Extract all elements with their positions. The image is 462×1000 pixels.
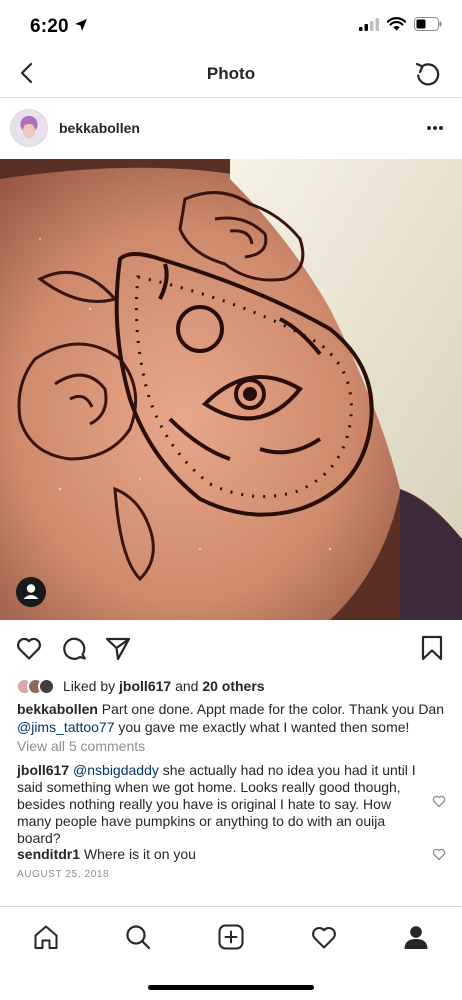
comment-item: senditdr1 Where is it on you <box>17 846 417 863</box>
refresh-icon[interactable] <box>414 60 442 88</box>
bookmark-icon[interactable] <box>418 634 446 662</box>
caption-mention[interactable]: @jims_tattoo77 <box>17 719 114 735</box>
comment-like-heart-icon[interactable] <box>432 794 446 808</box>
cellular-signal-icon <box>359 17 379 31</box>
liker-avatar <box>38 677 55 695</box>
location-arrow-icon <box>75 19 87 31</box>
comment-mention[interactable]: @nsbigdaddy <box>73 762 159 778</box>
status-bar: 6:20 <box>0 0 462 52</box>
comment-username[interactable]: jboll617 <box>17 762 69 778</box>
comment-item: jboll617 @nsbigdaddy she actually had no… <box>17 762 417 847</box>
wifi-icon <box>387 17 406 31</box>
share-icon[interactable] <box>104 634 132 662</box>
action-bar <box>0 620 462 674</box>
search-icon[interactable] <box>124 923 152 951</box>
page-title: Photo <box>206 64 256 83</box>
post-username[interactable]: bekkabollen <box>59 120 140 136</box>
more-horizontal-icon[interactable] <box>426 125 444 131</box>
tattoo-photo-image <box>0 159 462 620</box>
likes-user[interactable]: jboll617 <box>119 678 171 694</box>
likes-text: Liked by jboll617 and 20 others <box>63 678 265 694</box>
add-post-icon[interactable] <box>217 923 245 951</box>
home-icon[interactable] <box>32 923 60 951</box>
likes-row[interactable]: Liked by jboll617 and 20 others <box>16 676 265 696</box>
home-indicator <box>148 985 314 990</box>
nav-bar: Photo <box>0 52 462 98</box>
likes-prefix: Liked by <box>63 678 120 694</box>
user-tag-icon <box>23 584 39 599</box>
activity-heart-icon[interactable] <box>310 923 338 951</box>
comment-like-heart-icon[interactable] <box>432 847 446 861</box>
status-indicators <box>359 17 442 31</box>
profile-icon[interactable] <box>402 923 430 951</box>
comment-username[interactable]: senditdr1 <box>17 846 80 862</box>
battery-icon <box>414 17 442 31</box>
comment-icon[interactable] <box>60 634 88 662</box>
caption-text-end: you gave me exactly what I wanted then s… <box>114 719 410 735</box>
post-caption: bekkabollen Part one done. Appt made for… <box>17 700 447 736</box>
caption-username[interactable]: bekkabollen <box>17 701 98 717</box>
status-time: 6:20 <box>30 16 69 37</box>
avatar-face <box>23 124 35 138</box>
post-photo[interactable] <box>0 159 462 620</box>
user-tag-button[interactable] <box>16 577 46 607</box>
tab-bar <box>0 906 462 1000</box>
likes-and: and <box>171 678 203 694</box>
post-header: bekkabollen <box>0 99 462 159</box>
post-date: AUGUST 25, 2018 <box>17 869 110 880</box>
caption-text: Part one done. Appt made for the color. … <box>97 701 444 717</box>
view-all-comments-link[interactable]: View all 5 comments <box>17 738 145 754</box>
like-heart-icon[interactable] <box>15 634 43 662</box>
avatar[interactable] <box>10 109 48 147</box>
likes-others[interactable]: 20 others <box>202 678 264 694</box>
comment-text: Where is it on you <box>80 846 196 862</box>
